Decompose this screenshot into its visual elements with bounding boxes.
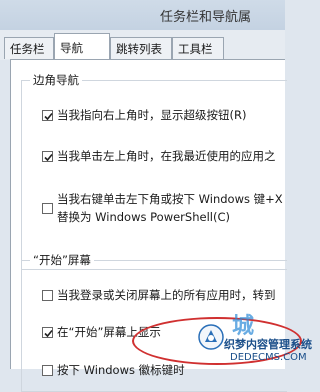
- checkbox-powershell[interactable]: [42, 203, 53, 214]
- tab-jumplists[interactable]: 跳转列表: [110, 37, 172, 59]
- checkbox-show-on-start[interactable]: [42, 327, 53, 338]
- watermark-url: DEDECMS.COM: [230, 352, 307, 363]
- checkbox-show-charms[interactable]: [42, 110, 53, 121]
- tab-navigation[interactable]: 导航: [54, 33, 110, 60]
- check-icon: [44, 153, 53, 162]
- option-label: 当我指向右上角时，显示超级按钮(R): [57, 108, 247, 122]
- checkbox-switch-apps[interactable]: [42, 151, 53, 162]
- corner-navigation-group: 边角导航 当我指向右上角时，显示超级按钮(R) 当我单击左上角时，在我最近使用的…: [21, 72, 287, 270]
- tab-strip: 任务栏 导航 跳转列表 工具栏: [0, 30, 285, 60]
- option-label: 当我单击左上角时，在我最近使用的应用之: [57, 149, 276, 163]
- watermark-text: 织梦内容管理系统: [224, 338, 312, 351]
- checkbox-go-to-desktop[interactable]: [42, 290, 53, 301]
- title-bar: 任务栏和导航属: [0, 0, 285, 30]
- tab-toolbars[interactable]: 工具栏: [172, 37, 224, 59]
- option-label: 当我登录或关闭屏幕上的所有应用时，转到: [57, 288, 276, 302]
- dedecms-logo-icon: [198, 324, 224, 350]
- option-label-line2: 替换为 Windows PowerShell(C): [57, 210, 230, 224]
- corner-navigation-heading: 边角导航: [30, 72, 82, 88]
- option-label: 当我右键单击左下角或按下 Windows 键+X: [57, 192, 283, 206]
- start-screen-heading: “开始”屏幕: [30, 252, 94, 268]
- check-icon: [44, 112, 53, 121]
- tab-taskbar[interactable]: 任务栏: [4, 37, 54, 59]
- checkbox-windows-key[interactable]: [42, 365, 53, 376]
- window-title: 任务栏和导航属: [160, 10, 252, 25]
- check-icon: [44, 329, 53, 338]
- option-label: 按下 Windows 徽标键时: [57, 363, 185, 377]
